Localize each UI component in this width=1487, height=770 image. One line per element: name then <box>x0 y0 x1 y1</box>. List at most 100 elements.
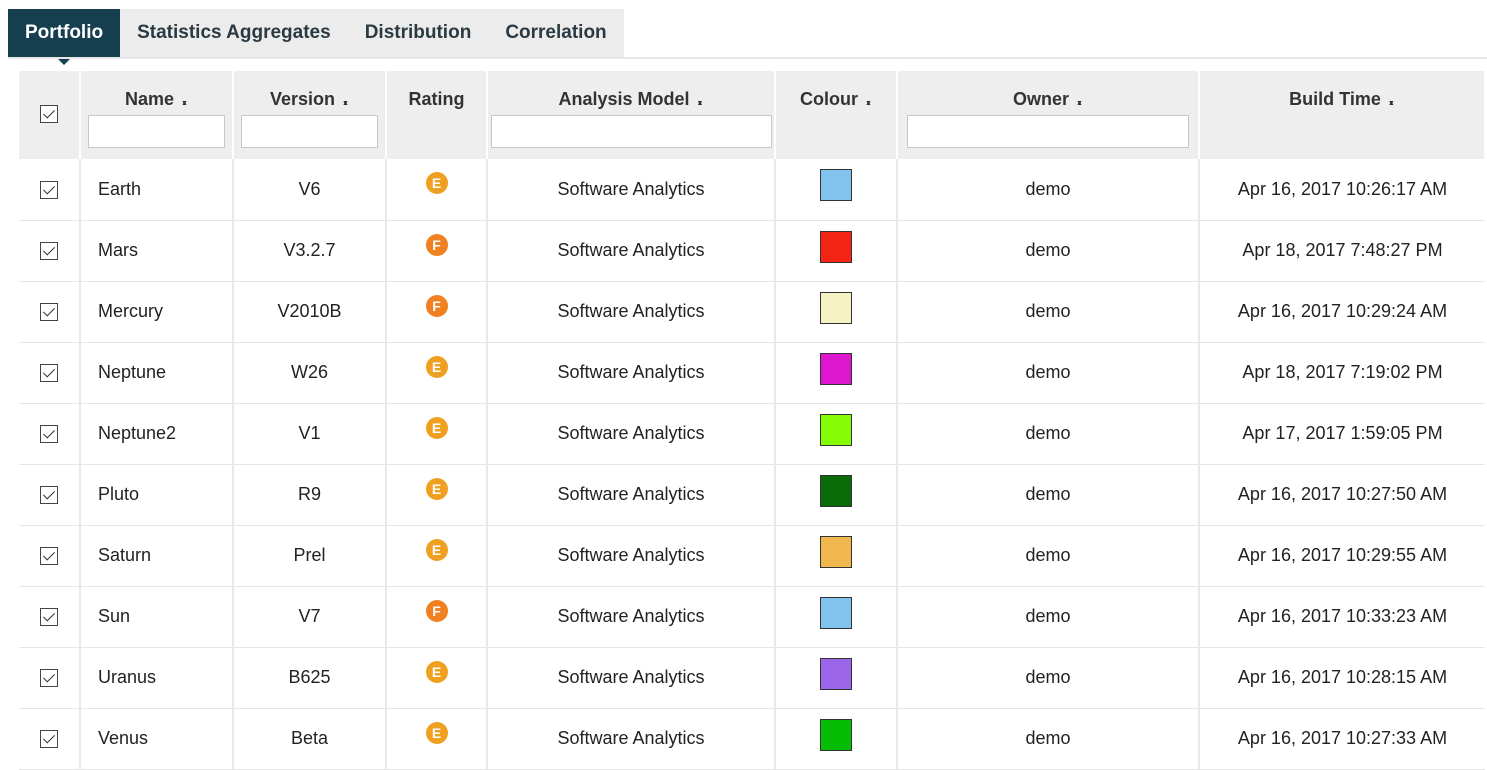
row-checkbox[interactable] <box>40 364 58 383</box>
build-time-cell: Apr 18, 2017 7:19:02 PM <box>1199 342 1485 404</box>
rating-badge: E <box>425 660 448 683</box>
table-row[interactable]: Uranus B625 E Software Analytics demo Apr 16,… <box>19 647 1485 709</box>
table-row[interactable]: Mars V3.2.7 F Software Analytics demo Apr 18,… <box>19 220 1485 282</box>
analysis-model-filter-input[interactable] <box>490 115 772 148</box>
build-time-cell: Apr 18, 2017 7:48:27 PM <box>1199 220 1485 282</box>
column-label-colour: Colour <box>800 89 858 109</box>
build-time-cell: Apr 16, 2017 10:27:50 AM <box>1199 464 1485 526</box>
row-checkbox[interactable] <box>40 242 58 261</box>
name-cell: Mars <box>80 220 234 282</box>
analysis-model-cell: Software Analytics <box>487 525 776 587</box>
rating-cell: E <box>386 464 488 526</box>
owner-cell: demo <box>897 464 1200 526</box>
row-select-cell <box>19 708 81 770</box>
rating-badge: F <box>425 233 448 256</box>
column-header-version[interactable]: Version▲▼ <box>233 71 387 159</box>
row-checkbox[interactable] <box>40 303 58 322</box>
colour-swatch <box>820 596 852 629</box>
row-select-cell <box>19 403 81 465</box>
owner-cell: demo <box>897 586 1200 648</box>
row-checkbox[interactable] <box>40 730 58 749</box>
row-checkbox[interactable] <box>40 669 58 688</box>
table-row[interactable]: Saturn Prel E Software Analytics demo Apr 16,… <box>19 525 1485 587</box>
rating-badge: F <box>425 294 448 317</box>
owner-cell: demo <box>897 281 1200 343</box>
table-row[interactable]: Neptune2 V1 E Software Analytics demo Apr 17,… <box>19 403 1485 465</box>
version-cell: B625 <box>233 647 387 709</box>
owner-cell: demo <box>897 220 1200 282</box>
table-row[interactable]: Pluto R9 E Software Analytics demo Apr 16, 20… <box>19 464 1485 526</box>
analysis-model-cell: Software Analytics <box>487 708 776 770</box>
version-filter-input[interactable] <box>241 115 378 148</box>
rating-badge: E <box>425 538 448 561</box>
column-header-name[interactable]: Name▲▼ <box>80 71 234 159</box>
name-cell: Venus <box>80 708 234 770</box>
build-time-cell: Apr 16, 2017 10:26:17 AM <box>1199 159 1485 221</box>
column-header-analysis-model[interactable]: Analysis Model▲▼ <box>487 71 776 159</box>
table-row[interactable]: Earth V6 E Software Analytics demo Apr 16, 20… <box>19 159 1485 221</box>
colour-cell <box>775 647 898 709</box>
table-row[interactable]: Sun V7 F Software Analytics demo Apr 16, 2017… <box>19 586 1485 648</box>
build-time-cell: Apr 16, 2017 10:28:15 AM <box>1199 647 1485 709</box>
column-label-build-time: Build Time <box>1289 89 1381 109</box>
row-checkbox[interactable] <box>40 608 58 627</box>
build-time-cell: Apr 17, 2017 1:59:05 PM <box>1199 403 1485 465</box>
table-row[interactable]: Neptune W26 E Software Analytics demo Apr 18,… <box>19 342 1485 404</box>
rating-cell: E <box>386 159 488 221</box>
version-cell: Beta <box>233 708 387 770</box>
rating-badge: E <box>425 721 448 744</box>
owner-cell: demo <box>897 708 1200 770</box>
tab-distribution[interactable]: Distribution <box>347 9 489 57</box>
colour-swatch <box>820 413 852 446</box>
colour-cell <box>775 586 898 648</box>
rating-cell: F <box>386 281 488 343</box>
column-label-name: Name <box>124 89 175 109</box>
colour-cell <box>775 220 898 282</box>
row-select-cell <box>19 586 81 648</box>
rating-badge: E <box>425 172 448 195</box>
version-cell: V6 <box>233 159 387 221</box>
version-cell: W26 <box>233 342 387 404</box>
column-header-owner[interactable]: Owner▲▼ <box>897 71 1200 159</box>
rating-cell: E <box>386 525 488 587</box>
colour-swatch <box>820 352 852 385</box>
analysis-model-cell: Software Analytics <box>487 464 776 526</box>
analysis-model-cell: Software Analytics <box>487 403 776 465</box>
name-cell: Pluto <box>80 464 234 526</box>
version-cell: R9 <box>233 464 387 526</box>
analysis-model-cell: Software Analytics <box>487 159 776 221</box>
column-header-build-time[interactable]: Build Time▲▼ <box>1199 71 1486 159</box>
build-time-cell: Apr 16, 2017 10:33:23 AM <box>1199 586 1485 648</box>
name-cell: Mercury <box>80 281 234 343</box>
owner-cell: demo <box>897 647 1200 709</box>
rating-badge: F <box>425 599 448 622</box>
row-checkbox[interactable] <box>40 486 58 505</box>
row-checkbox[interactable] <box>40 547 58 566</box>
name-cell: Neptune2 <box>80 403 234 465</box>
row-checkbox[interactable] <box>40 425 58 444</box>
owner-filter-input[interactable] <box>907 115 1189 148</box>
column-header-colour[interactable]: Colour▲▼ <box>775 71 898 159</box>
tab-portfolio[interactable]: Portfolio <box>8 9 121 65</box>
tab-statistics-aggregates[interactable]: Statistics Aggregates <box>120 9 348 57</box>
name-cell: Neptune <box>80 342 234 404</box>
colour-swatch <box>820 474 852 507</box>
column-label-rating: Rating <box>408 89 465 109</box>
owner-cell: demo <box>897 403 1200 465</box>
name-cell: Uranus <box>80 647 234 709</box>
tab-correlation[interactable]: Correlation <box>488 9 624 57</box>
colour-swatch <box>820 291 852 324</box>
column-label-version: Version <box>269 89 336 109</box>
name-filter-input[interactable] <box>88 115 225 148</box>
version-cell: V7 <box>233 586 387 648</box>
analysis-model-cell: Software Analytics <box>487 647 776 709</box>
table-row[interactable]: Mercury V2010B F Software Analytics demo Apr … <box>19 281 1485 343</box>
tab-bar: Portfolio Statistics Aggregates Distribu… <box>8 9 624 65</box>
colour-cell <box>775 159 898 221</box>
colour-swatch <box>820 718 852 751</box>
row-checkbox[interactable] <box>40 181 58 199</box>
analysis-model-cell: Software Analytics <box>487 220 776 282</box>
select-all-checkbox[interactable] <box>40 105 58 123</box>
analysis-model-cell: Software Analytics <box>487 342 776 404</box>
table-row[interactable]: Venus Beta E Software Analytics demo Apr 16, … <box>19 708 1485 770</box>
